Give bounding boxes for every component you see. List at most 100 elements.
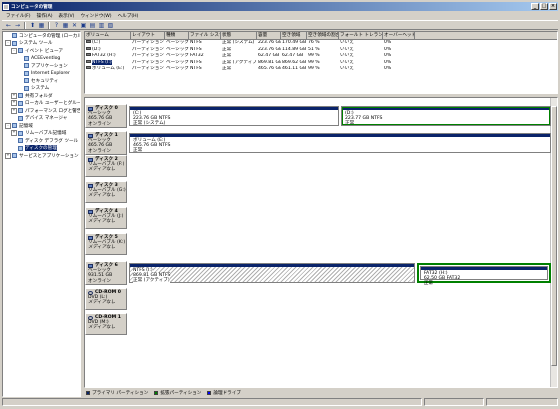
disk-label[interactable]: CD-ROM 0 DVD (L:) メディアなし [85,288,127,310]
menu-action[interactable]: 操作(A) [37,13,53,19]
minimize-button[interactable]: _ [531,3,539,10]
tree-item[interactable]: デバイス マネージャ [3,115,80,123]
view-top-icon[interactable]: ▤ [89,22,96,29]
disk-label[interactable]: ディスク 1 ベーシック 465.76 GB オンライン [85,131,127,155]
tree-item-label: 共有フォルダ [25,93,53,99]
expand-toggle-icon[interactable]: + [11,92,17,99]
maximize-button[interactable]: □ [540,3,548,10]
back-icon[interactable]: ← [5,22,12,29]
tree-item[interactable]: セキュリティ [3,77,80,85]
volume-cell: 正常 [222,53,232,59]
tree-item[interactable]: + 共有フォルダ [3,92,80,100]
column-header[interactable]: レイアウト [131,32,165,39]
column-header[interactable]: オーバーヘッド [383,32,415,39]
partition[interactable]: (C:) 223.76 GB NTFS 正常 (システム) [129,106,339,126]
tree-item[interactable]: システム [3,85,80,93]
partition-text: NTFS (I:) 869.81 GB NTFS 正常 (アクティブ) [130,267,414,284]
column-header[interactable]: 空き領域 [281,32,307,39]
console-tree[interactable]: コンピュータの管理 (ローカル) - システム ツール - イベント ビューア ACEEv… [2,31,81,397]
disk-info-line: メディアなし [88,300,116,306]
partition-strip: (C:) 223.76 GB NTFS 正常 (システム) (D:) 223.77 GB… [127,104,551,128]
tree-item[interactable]: - システム ツール [3,40,80,48]
tree-item[interactable]: コンピュータの管理 (ローカル) [3,32,80,40]
partition-text: ボリューム (E:) 465.76 GB NTFS 正常 [130,137,550,154]
volume-row[interactable]: FAT32 (H:) パーティション ベーシック FAT32 正常 62.47 GB 62.… [85,53,557,60]
column-header[interactable]: 空き領域の割合 [307,32,339,39]
partition-status: 正常 (システム) [133,121,166,126]
volume-row[interactable]: NTFS (I:) パーティション ベーシック NTFS 正常 (アクティブ) 869.8… [85,59,557,67]
disk-label[interactable]: ディスク 6 ベーシック 931.51 GB オンライン [85,261,127,285]
tree-item[interactable]: + リムーバブル記憶域 [3,130,80,138]
disk-label[interactable]: ディスク 2 リムーバブル (F:) メディアなし [85,155,127,177]
window-title: コンピュータの管理 [11,4,53,10]
partition-status: 正常 [423,281,434,286]
menu-view[interactable]: 表示(V) [59,13,75,19]
tree-item-label: デバイス マネージャ [25,116,68,122]
menu-file[interactable]: ファイル(F) [6,13,31,19]
column-header[interactable]: ボリューム [85,32,131,39]
disk-row: ディスク 2 リムーバブル (F:) メディアなし [85,155,551,177]
partition[interactable]: (D:) 223.77 GB NTFS 正常 [341,106,551,126]
disk-icon [88,133,93,138]
disk-label[interactable]: ディスク 3 リムーバブル (G:) メディアなし [85,181,127,203]
help-icon[interactable]: ? [53,22,60,29]
expand-toggle-icon[interactable]: + [11,130,17,137]
export-icon[interactable]: ▣ [80,22,87,29]
column-header[interactable]: 状態 [221,32,257,39]
expand-toggle-icon[interactable]: - [11,47,17,54]
tree-item[interactable]: - イベント ビューア [3,47,80,55]
show-hide-tree-icon[interactable]: ▦ [38,22,45,29]
tree-item[interactable]: ディスクの管理 [3,145,80,153]
title-bar: コンピュータの管理 _ □ × [2,2,558,11]
disk-label[interactable]: CD-ROM 1 DVD (M:) メディアなし [85,313,127,335]
partition[interactable]: NTFS (I:) 869.81 GB NTFS 正常 (アクティブ) [129,263,415,283]
volume-cell: 99 % [308,59,320,65]
expand-toggle-icon[interactable]: + [11,100,17,107]
view-bottom-icon[interactable]: ▥ [98,22,105,29]
vertical-scrollbar[interactable] [550,98,557,387]
volume-name: NTFS (I:) [92,59,112,65]
tree-item[interactable]: ACEEventlog [3,55,80,63]
volume-row[interactable]: ボリューム (E:) パーティション ベーシック NTFS 正常 465.76 GB 461… [85,66,557,73]
tree-item[interactable]: + サービスとアプリケーション [3,152,80,160]
tree-item[interactable]: + ローカル ユーザーとグループ [3,100,80,108]
expand-toggle-icon[interactable]: + [5,152,11,159]
tree-item[interactable]: Internet Explorer [3,70,80,78]
partition-strip: NTFS (I:) 869.81 GB NTFS 正常 (アクティブ) FAT32 (… [127,261,551,286]
volume-name: FAT32 (H:) [92,53,116,59]
column-header[interactable]: フォールト トレランス [339,32,383,39]
menu-help[interactable]: ヘルプ(H) [118,13,139,19]
volume-cell: 461.11 GB [282,66,307,72]
properties-icon[interactable]: ▦ [62,22,69,29]
status-pane-2 [424,398,484,406]
status-pane-main [2,398,422,406]
delete-icon[interactable]: ✕ [71,22,78,29]
forward-icon[interactable]: → [14,22,21,29]
tree-item[interactable]: + パフォーマンス ログと警告 [3,107,80,115]
partition[interactable]: ボリューム (E:) 465.76 GB NTFS 正常 [129,133,551,153]
tree-item[interactable]: - 記憶域 [3,122,80,130]
scrollbar-thumb[interactable] [551,106,557,366]
column-header[interactable]: ファイル システム [189,32,221,39]
disk-label[interactable]: ディスク 5 リムーバブル (K:) メディアなし [85,233,127,255]
tree-item[interactable]: ディスク デフラグ ツール [3,137,80,145]
close-button[interactable]: × [549,3,557,10]
expand-toggle-icon[interactable]: - [5,122,11,129]
partition[interactable]: FAT32 (H:) 62.50 GB FAT32 正常 [419,266,548,286]
volume-row[interactable]: (C:) パーティション ベーシック NTFS 正常 (システム) 223.76 GB 17… [85,40,557,47]
volume-icon [86,53,91,57]
legend-label: 論理ドライブ [213,391,241,396]
column-header[interactable]: 種類 [165,32,189,39]
tree-item-label: イベント ビューア [25,48,64,54]
tree-item[interactable]: アプリケーション [3,62,80,70]
disk-label[interactable]: ディスク 0 ベーシック 465.76 GB オンライン [85,104,127,128]
volume-cell: NTFS [190,66,202,72]
settings-icon[interactable]: ▧ [107,22,114,29]
expand-toggle-icon[interactable]: - [5,40,11,47]
column-header[interactable]: 容量 [257,32,281,39]
menu-window[interactable]: ウィンドウ(W) [80,13,111,19]
disk-label[interactable]: ディスク 4 リムーバブル (J:) メディアなし [85,207,127,229]
volume-row[interactable]: (D:) パーティション ベーシック NTFS 正常 223.76 GB 114.89 GB… [85,46,557,54]
expand-toggle-icon[interactable]: + [11,107,17,114]
up-icon[interactable]: ⬆ [29,22,36,29]
